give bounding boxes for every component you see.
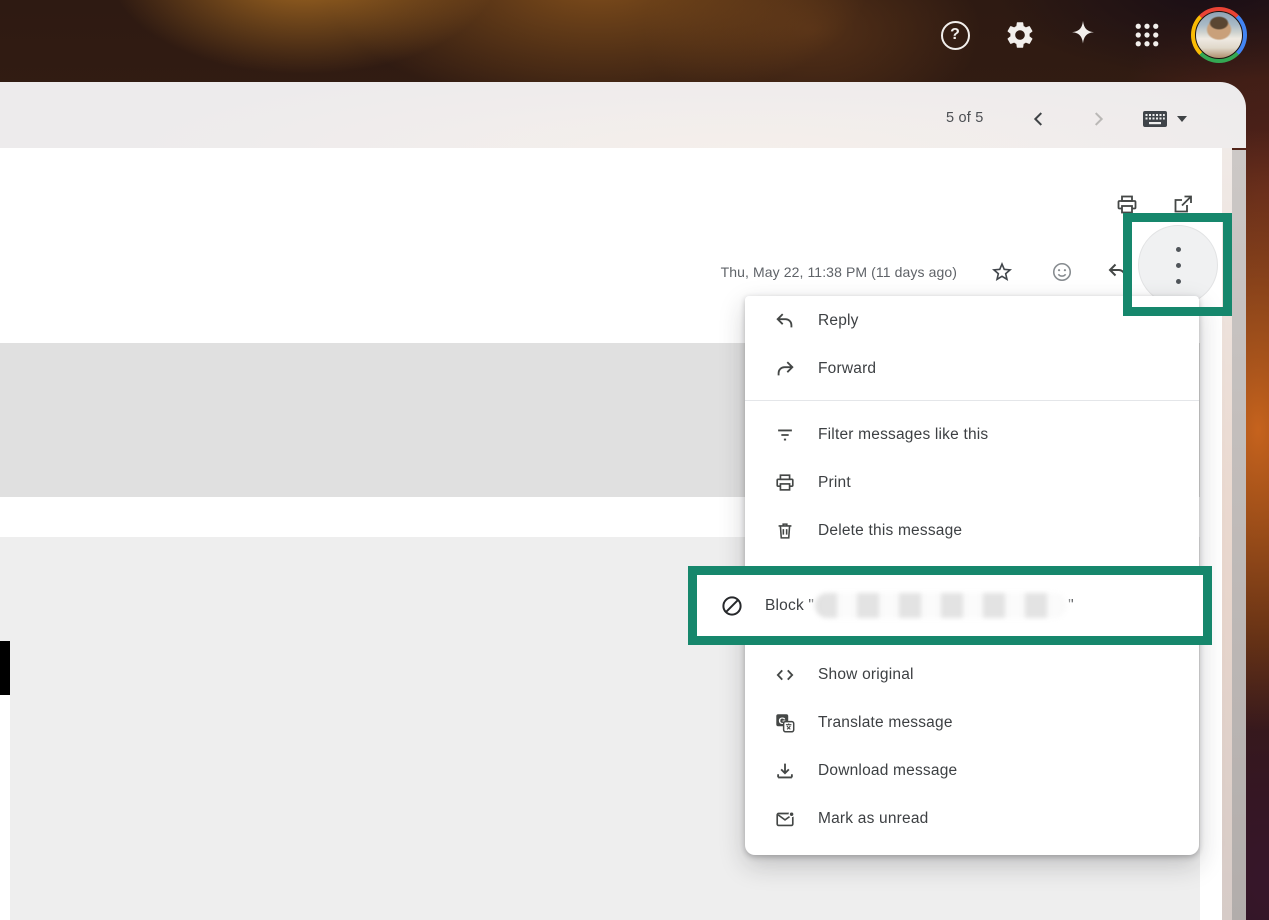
menu-item-filter[interactable]: Filter messages like this [745, 411, 1199, 459]
embedded-image-fragment [0, 641, 10, 695]
block-icon [720, 594, 744, 618]
menu-divider [745, 400, 1199, 401]
menu-item-translate[interactable]: G Translate message [745, 699, 1199, 747]
translate-icon: G [773, 711, 797, 735]
menu-item-label: Mark as unread [818, 810, 929, 828]
menu-item-show-original[interactable]: Show original [745, 651, 1199, 699]
input-tools-keyboard-icon [1142, 109, 1168, 129]
star-button[interactable] [982, 252, 1022, 292]
account-avatar[interactable] [1191, 7, 1247, 63]
settings-gear-icon [1004, 19, 1036, 51]
emoji-button[interactable] [1042, 252, 1082, 292]
menu-item-block-sender[interactable]: Block " " [697, 575, 1203, 636]
settings-button[interactable] [1000, 15, 1040, 55]
help-button[interactable]: ? [935, 15, 975, 55]
code-icon [773, 663, 797, 687]
emoji-icon [1051, 261, 1073, 283]
menu-item-label: Delete this message [818, 522, 962, 540]
older-message-button[interactable] [1078, 99, 1118, 139]
redacted-sender-name [815, 593, 1067, 618]
chevron-right-icon [1087, 108, 1109, 130]
gemini-sparkle-icon [1066, 18, 1100, 52]
apps-button[interactable] [1127, 15, 1167, 55]
menu-item-label: Show original [818, 666, 914, 684]
menu-item-label: Forward [818, 360, 876, 378]
apps-grid-icon [1132, 20, 1162, 50]
input-tools-button[interactable] [1132, 99, 1198, 139]
filter-icon [773, 423, 797, 447]
pagination-count: 5 of 5 [946, 110, 983, 126]
chevron-left-icon [1028, 108, 1050, 130]
forward-icon [773, 357, 797, 381]
annotation-box-more-button [1123, 213, 1232, 316]
menu-item-mark-unread[interactable]: Mark as unread [745, 795, 1199, 843]
menu-item-forward[interactable]: Forward [745, 345, 1199, 393]
annotation-box-block-item: Block " " [688, 566, 1212, 645]
block-label-suffix: " [1068, 597, 1074, 615]
avatar-photo [1195, 11, 1243, 59]
menu-item-label: Translate message [818, 714, 953, 732]
menu-item-delete[interactable]: Delete this message [745, 507, 1199, 555]
star-icon [990, 260, 1014, 284]
block-label-prefix: Block " [765, 597, 814, 615]
menu-item-label: Reply [818, 312, 859, 330]
menu-item-download[interactable]: Download message [745, 747, 1199, 795]
newer-message-button[interactable] [1019, 99, 1059, 139]
message-toolbar [0, 82, 1246, 148]
vertical-scrollbar[interactable] [1232, 150, 1246, 920]
message-date: Thu, May 22, 11:38 PM (11 days ago) [557, 264, 957, 280]
menu-item-print[interactable]: Print [745, 459, 1199, 507]
gemini-button[interactable] [1063, 15, 1103, 55]
menu-item-label: Download message [818, 762, 957, 780]
help-icon: ? [941, 21, 970, 50]
reply-icon [773, 309, 797, 333]
menu-item-label: Print [818, 474, 851, 492]
dropdown-arrow-icon [1176, 115, 1188, 123]
delete-icon [773, 519, 797, 543]
mark-unread-icon [773, 807, 797, 831]
download-icon [773, 759, 797, 783]
menu-item-label: Filter messages like this [818, 426, 988, 444]
print-icon [773, 471, 797, 495]
